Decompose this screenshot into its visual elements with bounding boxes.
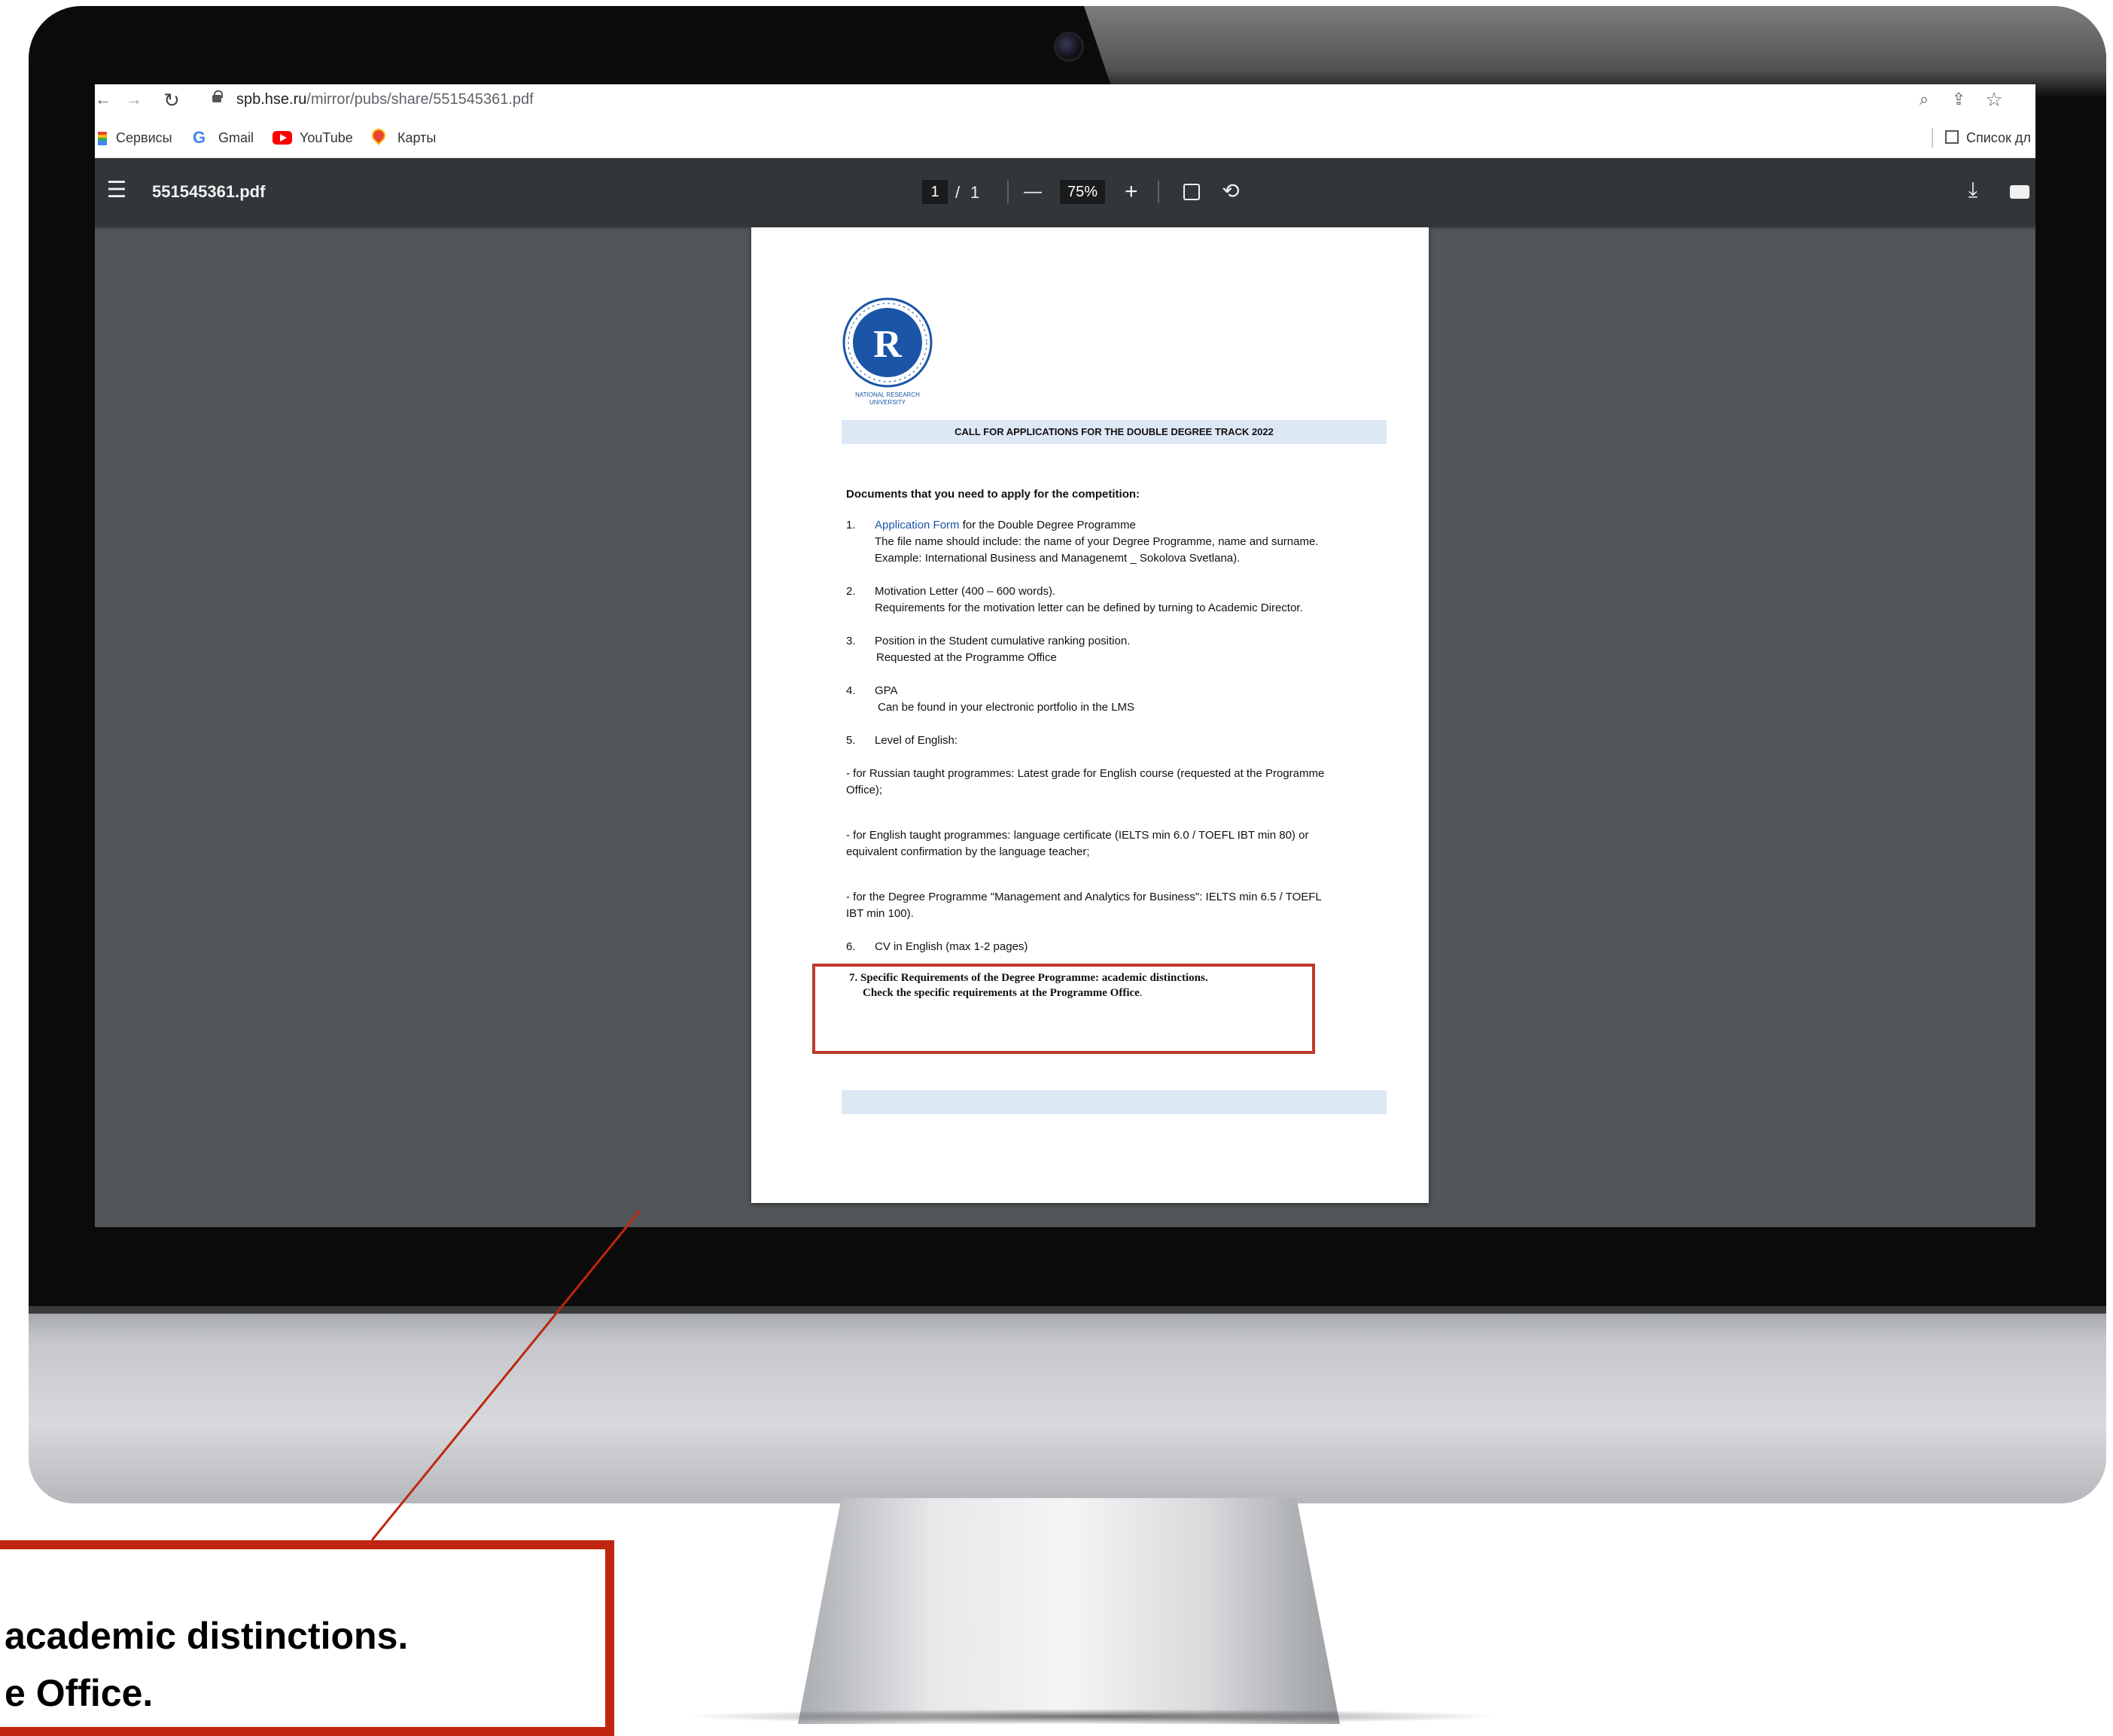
item-1-line-2: The file name should include: the name o… xyxy=(875,535,1319,548)
page-number-input[interactable]: 1 xyxy=(922,180,948,204)
bezel-reflection xyxy=(1084,6,2106,96)
application-form-link[interactable]: Application Form xyxy=(875,519,960,531)
download-icon[interactable]: ⤓ xyxy=(1962,179,1984,200)
item-1-line-3: Example: International Business and Mana… xyxy=(875,552,1241,565)
item-5-line-1: Level of English: xyxy=(875,734,958,747)
bookmark-star-icon[interactable]: ☆ xyxy=(1984,90,2004,109)
divider xyxy=(1932,128,1933,148)
google-icon: G xyxy=(193,128,206,147)
item-4-line-2: Can be found in your electronic portfoli… xyxy=(878,701,1135,714)
item-4-number: 4. xyxy=(846,684,856,697)
item-5-number: 5. xyxy=(846,734,856,747)
item-6-number: 6. xyxy=(846,940,856,953)
reading-list-button[interactable]: Список дл xyxy=(1966,130,2031,146)
document-title: CALL FOR APPLICATIONS FOR THE DOUBLE DEG… xyxy=(955,426,1274,437)
screen: ← → ↻ spb.hse.ru/mirror/pubs/share/55154… xyxy=(95,84,2035,1227)
english-req-1-line-1: - for Russian taught programmes: Latest … xyxy=(846,767,1325,780)
logo-caption-1: NATIONAL RESEARCH xyxy=(855,391,920,398)
bookmark-maps[interactable]: Карты xyxy=(397,130,436,146)
maps-pin-icon xyxy=(369,126,388,145)
forward-arrow-icon[interactable]: → xyxy=(125,91,143,108)
toolbar-separator xyxy=(1007,181,1009,203)
page-total: 1 xyxy=(970,183,980,202)
fit-page-icon[interactable] xyxy=(1183,184,1200,200)
zoom-magnifier-icon[interactable]: ⌕ xyxy=(1915,91,1933,108)
item-2-number: 2. xyxy=(846,585,856,598)
bookmarks-bar: Сервисы G Gmail YouTube Карты Список дл xyxy=(95,117,2035,159)
callout-line-1: academic distinctions. xyxy=(5,1615,409,1657)
english-req-2-line-1: - for English taught programmes: languag… xyxy=(846,829,1309,842)
zoom-level-input[interactable]: 75% xyxy=(1060,180,1105,204)
youtube-play-glyph xyxy=(280,134,287,142)
pdf-filename: 551545361.pdf xyxy=(152,182,266,201)
english-req-1-line-2: Office); xyxy=(846,784,883,796)
item-3-number: 3. xyxy=(846,635,856,647)
menu-hamburger-icon[interactable]: ☰ xyxy=(105,179,128,202)
pdf-page: R NATIONAL RESEARCH UNIVERSITY CALL FOR … xyxy=(751,227,1429,1203)
callout-line-2: e Office. xyxy=(5,1672,154,1714)
bookmark-services[interactable]: Сервисы xyxy=(116,130,172,146)
bottom-band xyxy=(842,1090,1387,1114)
rotate-icon[interactable]: ⟲ xyxy=(1219,181,1242,202)
page-separator: / xyxy=(955,183,961,202)
item-2-line-1: Motivation Letter (400 – 600 words). xyxy=(875,585,1056,598)
logo-caption-2: UNIVERSITY xyxy=(869,399,906,406)
address-bar-row: ← → ↻ spb.hse.ru/mirror/pubs/share/55154… xyxy=(95,84,2035,118)
svg-text:R: R xyxy=(873,323,903,366)
reading-list-icon xyxy=(1945,130,1959,144)
share-icon[interactable]: ⇪ xyxy=(1950,91,1968,108)
reload-icon[interactable]: ↻ xyxy=(163,90,181,110)
back-arrow-icon[interactable]: ← xyxy=(95,91,111,108)
webcam-icon xyxy=(1054,32,1084,62)
zoom-in-button[interactable]: + xyxy=(1125,179,1138,205)
pdf-toolbar: ☰ 551545361.pdf 1 / 1 — 75% + ⟲ ⤓ xyxy=(95,158,2035,226)
print-icon[interactable] xyxy=(2010,185,2029,199)
url-path: /mirror/pubs/share/551545361.pdf xyxy=(306,91,534,108)
zoom-out-button[interactable]: — xyxy=(1024,181,1042,203)
hse-logo: R xyxy=(842,297,933,388)
monitor-stand xyxy=(798,1498,1340,1724)
url-host: spb.hse.ru xyxy=(236,91,307,108)
monitor-chin xyxy=(29,1306,2106,1503)
item-1-number: 1. xyxy=(846,519,856,531)
stand-shadow xyxy=(677,1709,1506,1724)
item-1-rest: for the Double Degree Programme xyxy=(959,519,1136,531)
apps-grid-icon xyxy=(98,132,107,145)
document-heading: Documents that you need to apply for the… xyxy=(846,488,1140,501)
item-3-line-1: Position in the Student cumulative ranki… xyxy=(875,635,1131,647)
english-req-3-line-2: IBT min 100). xyxy=(846,907,914,920)
monitor-chin-edge xyxy=(29,1306,2106,1314)
item-6-line-1: CV in English (max 1-2 pages) xyxy=(875,940,1028,953)
item-4-line-1: GPA xyxy=(875,684,898,697)
url-field[interactable]: spb.hse.ru/mirror/pubs/share/551545361.p… xyxy=(236,91,534,108)
english-req-3-line-1: - for the Degree Programme "Management a… xyxy=(846,891,1322,903)
callout-box: academic distinctions. e Office. xyxy=(0,1540,614,1736)
highlight-box xyxy=(812,964,1315,1054)
toolbar-separator xyxy=(1158,181,1159,203)
bookmark-gmail[interactable]: Gmail xyxy=(218,130,254,146)
bookmark-youtube[interactable]: YouTube xyxy=(300,130,353,146)
lock-shackle xyxy=(214,90,223,98)
english-req-2-line-2: equivalent confirmation by the language … xyxy=(846,845,1090,858)
item-2-line-2: Requirements for the motivation letter c… xyxy=(875,602,1303,614)
item-3-line-2: Requested at the Programme Office xyxy=(876,651,1057,664)
item-1-line-1: Application Form for the Double Degree P… xyxy=(875,517,1136,534)
